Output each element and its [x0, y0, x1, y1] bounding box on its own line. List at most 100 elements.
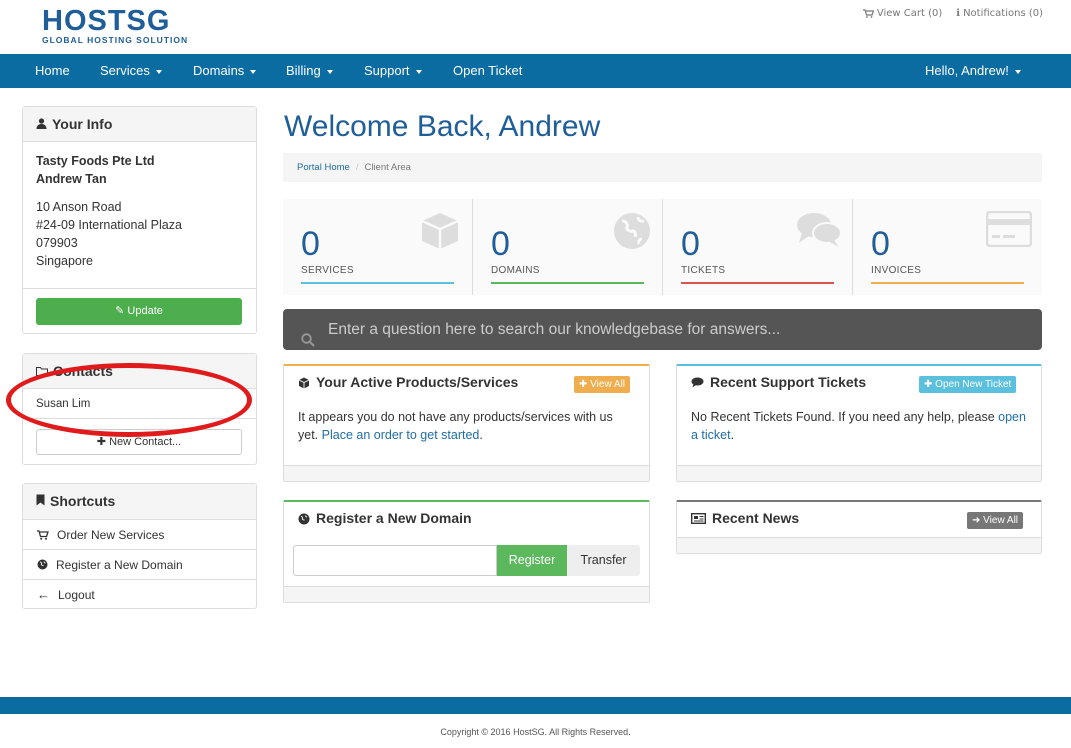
address-line-2: #24-09 International Plaza [36, 218, 182, 232]
your-info-panel: Your Info Tasty Foods Pte Ltd Andrew Tan… [22, 106, 257, 334]
kb-search-input[interactable]: Enter a question here to search our know… [283, 309, 1042, 350]
stat-label: INVOICES [871, 265, 922, 276]
shortcuts-header: Shortcuts [23, 484, 256, 519]
nav-user-label: Hello, Andrew! [925, 63, 1009, 78]
register-domain-panel: Register a New Domain Register Transfer [283, 500, 650, 603]
your-info-title: Your Info [52, 116, 113, 132]
globe-icon [612, 211, 652, 255]
stat-label: SERVICES [301, 265, 354, 276]
view-all-news-button[interactable]: ➜ View All [967, 512, 1024, 529]
register-domain-header: Register a New Domain [284, 502, 649, 535]
panel-footer [284, 586, 649, 602]
domain-input[interactable] [293, 545, 497, 576]
cart-icon [37, 529, 49, 540]
stat-value: 0 [871, 225, 890, 263]
page-title: Welcome Back, Andrew [284, 110, 601, 143]
panel-footer [677, 537, 1041, 553]
breadcrumb-home-link[interactable]: Portal Home [297, 162, 350, 173]
nav-support-label: Support [364, 63, 410, 78]
shortcut-order-new-services[interactable]: Order New Services [23, 519, 256, 549]
transfer-button[interactable]: Transfer [567, 545, 640, 576]
stat-underline [491, 282, 644, 284]
stat-label: DOMAINS [491, 265, 540, 276]
stat-tile-services[interactable]: 0 SERVICES [283, 199, 472, 295]
active-products-body: It appears you do not have any products/… [284, 399, 649, 454]
stat-value: 0 [491, 225, 510, 263]
caret-down-icon [415, 69, 422, 74]
cube-icon [298, 377, 310, 388]
recent-tickets-text: No Recent Tickets Found. If you need any… [691, 410, 995, 424]
caret-down-icon [155, 69, 162, 74]
breadcrumb-separator: / [355, 162, 359, 173]
bookmark-icon [36, 485, 45, 519]
register-domain-title: Register a New Domain [316, 510, 472, 526]
logo[interactable]: HOSTSG GLOBAL HOSTING SOLUTION [42, 6, 188, 45]
globe-icon [37, 559, 48, 570]
nav-billing[interactable]: Billing [286, 54, 333, 88]
view-all-products-button[interactable]: ✚ View All [574, 376, 631, 393]
cube-icon [418, 211, 462, 255]
stat-tile-tickets[interactable]: 0 TICKETS [663, 199, 852, 295]
register-button[interactable]: Register [497, 545, 567, 576]
notifications-link[interactable]: ℹ Notifications (0) [956, 8, 1043, 19]
view-cart-link[interactable]: View Cart (0) [862, 8, 942, 19]
shortcut-logout[interactable]: ← Logout [23, 579, 256, 609]
user-icon [36, 108, 47, 142]
shortcut-label: Register a New Domain [56, 557, 183, 572]
view-all-label: View All [983, 515, 1019, 526]
footer-bar [0, 697, 1071, 714]
caret-down-icon [326, 69, 333, 74]
cart-icon [862, 9, 874, 18]
info-icon: ℹ [956, 8, 961, 19]
red-highlight-ellipse [6, 363, 252, 437]
new-contact-label: New Contact... [109, 436, 182, 448]
recent-news-panel: Recent News ➜ View All [676, 500, 1042, 554]
transfer-label: Transfer [580, 553, 627, 567]
stat-underline [871, 282, 1024, 284]
open-new-ticket-button[interactable]: ✚ Open New Ticket [919, 376, 1017, 393]
pencil-icon: ✎ [115, 305, 125, 317]
nav-domains-label: Domains [193, 63, 245, 78]
place-order-link[interactable]: Place an order to get started [322, 428, 480, 442]
recent-tickets-title: Recent Support Tickets [710, 374, 867, 390]
nav-services[interactable]: Services [100, 54, 162, 88]
comments-icon [796, 211, 842, 253]
nav-support[interactable]: Support [364, 54, 422, 88]
active-products-title: Your Active Products/Services [316, 374, 519, 390]
panel-footer [284, 465, 649, 481]
credit-card-icon [985, 210, 1033, 251]
nav-user-menu[interactable]: Hello, Andrew! [925, 54, 1021, 88]
plus-icon: ✚ [924, 379, 933, 390]
plus-icon: ✚ [579, 379, 588, 390]
stat-tile-domains[interactable]: 0 DOMAINS [473, 199, 662, 295]
client-name: Andrew Tan [36, 172, 107, 186]
country: Singapore [36, 254, 93, 268]
notifications-label: Notifications (0) [963, 8, 1043, 19]
shortcut-register-domain[interactable]: Register a New Domain [23, 549, 256, 579]
nav-home-label: Home [35, 63, 70, 78]
stats-tiles: 0 SERVICES 0 DOMAINS 0 TICKETS 0 INVOICE… [283, 199, 1042, 295]
divider [23, 288, 256, 289]
nav-open-ticket[interactable]: Open Ticket [453, 54, 522, 88]
globe-icon [298, 513, 310, 524]
view-all-label: View All [590, 379, 626, 390]
recent-tickets-body: No Recent Tickets Found. If you need any… [677, 399, 1041, 454]
shortcut-label: Logout [58, 587, 95, 602]
arrow-right-icon: ➜ [972, 515, 981, 526]
stat-tile-invoices[interactable]: 0 INVOICES [853, 199, 1042, 295]
open-new-ticket-label: Open New Ticket [935, 379, 1012, 390]
nav-domains[interactable]: Domains [193, 54, 257, 88]
nav-billing-label: Billing [286, 63, 321, 78]
update-button[interactable]: ✎ Update [36, 298, 242, 325]
nav-home[interactable]: Home [35, 54, 70, 88]
kb-search-placeholder: Enter a question here to search our know… [328, 321, 781, 338]
recent-news-title: Recent News [712, 510, 800, 526]
panel-footer [677, 465, 1041, 481]
address-line-1: 10 Anson Road [36, 200, 122, 214]
arrow-left-icon: ← [37, 586, 50, 602]
punctuation: . [730, 428, 735, 442]
stat-underline [681, 282, 834, 284]
stat-underline [301, 282, 454, 284]
top-header: HOSTSG GLOBAL HOSTING SOLUTION View Cart… [0, 0, 1071, 54]
user-plus-icon: ✚ [96, 436, 106, 448]
